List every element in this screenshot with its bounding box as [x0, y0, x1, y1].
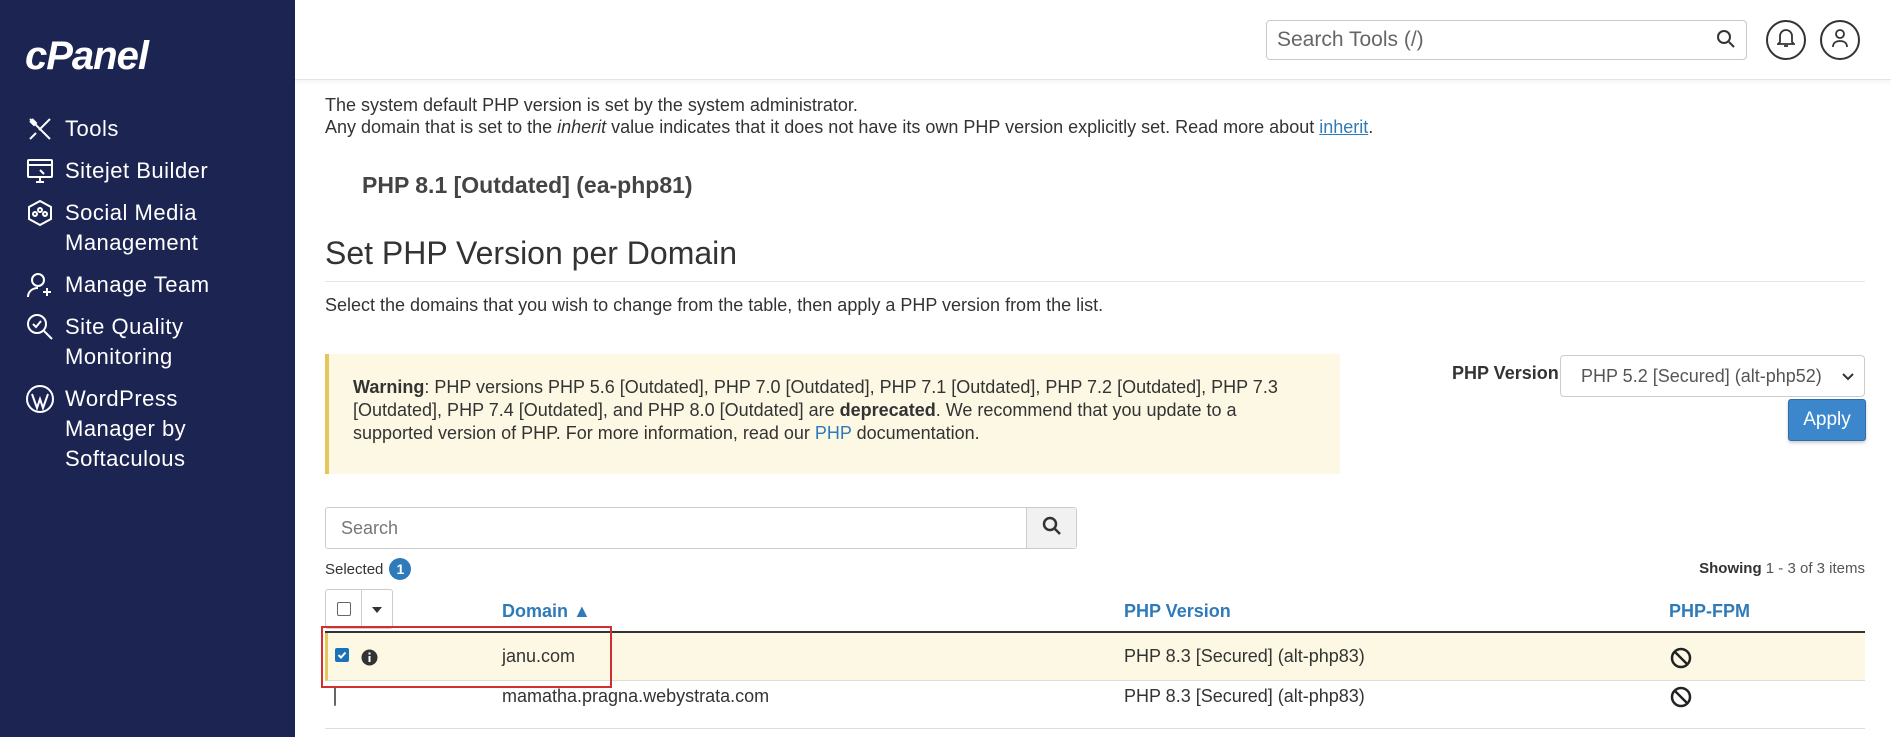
showing-range: 1 - 3 of 3 items	[1761, 560, 1865, 577]
section-title: Set PHP Version per Domain	[325, 235, 738, 271]
site-quality-icon	[25, 312, 55, 342]
column-domain[interactable]: Domain ▲	[502, 601, 591, 622]
table-header: Domain ▲ PHP Version PHP-FPM	[325, 589, 1865, 633]
top-header	[295, 0, 1891, 80]
sidebar-item-label: Site Quality Monitoring	[65, 314, 184, 369]
row-checkbox[interactable]	[334, 687, 336, 706]
selected-count: Selected 1	[325, 558, 412, 580]
sidebar-item-label: Tools	[65, 116, 119, 141]
intro-line-2: Any domain that is set to the inherit va…	[325, 116, 1373, 138]
row-domain: mamatha.pragna.webystrata.com	[502, 686, 770, 706]
intro-text-part: .	[1368, 117, 1374, 137]
current-php-version: PHP 8.1 [Outdated] (ea-php81)	[362, 172, 693, 198]
instructions-text: Select the domains that you wish to chan…	[325, 295, 1104, 315]
sidebar-item-label: Social Media Management	[65, 200, 199, 255]
wordpress-icon	[25, 384, 55, 414]
php-version-select[interactable]: PHP 5.2 [Secured] (alt-php52)	[1560, 355, 1865, 397]
php-version-label: PHP Version	[1452, 363, 1559, 383]
select-all-checkbox[interactable]	[326, 590, 362, 628]
sidebar-item-site-quality[interactable]: Site Quality Monitoring	[0, 312, 295, 372]
table-search-button[interactable]	[1026, 508, 1076, 548]
php-fpm-disabled-icon	[1670, 686, 1692, 713]
sidebar-item-tools[interactable]: Tools	[0, 114, 295, 144]
caret-down-icon	[372, 600, 382, 618]
user-icon	[1831, 28, 1849, 53]
showing-label: Showing	[1699, 560, 1762, 577]
checkbox-box	[334, 687, 336, 706]
search-icon	[1042, 516, 1062, 541]
row-php-version: PHP 8.3 [Secured] (alt-php83)	[1124, 646, 1365, 666]
warning-text: documentation.	[851, 423, 980, 443]
sidebar-item-sitejet[interactable]: Sitejet Builder	[0, 156, 295, 186]
apply-button[interactable]: Apply	[1788, 399, 1866, 441]
user-account-button[interactable]	[1820, 20, 1860, 60]
intro-line-1: The system default PHP version is set by…	[325, 95, 858, 115]
divider	[325, 281, 1865, 282]
select-options-dropdown[interactable]	[362, 590, 392, 628]
manage-team-icon	[25, 270, 55, 300]
warning-deprecated: deprecated	[839, 400, 936, 420]
sidebar-item-label: Sitejet Builder	[65, 158, 209, 183]
table-search	[325, 507, 1077, 549]
row-php-version: PHP 8.3 [Secured] (alt-php83)	[1124, 686, 1365, 706]
selected-badge: 1	[389, 558, 412, 580]
info-icon[interactable]	[361, 649, 378, 671]
table-row[interactable]: mamatha.pragna.webystrata.com PHP 8.3 [S…	[325, 681, 1865, 729]
notifications-button[interactable]	[1766, 20, 1806, 60]
search-tools-input[interactable]	[1267, 28, 1687, 52]
warning-label: Warning	[353, 377, 425, 397]
checkbox-box	[336, 602, 351, 616]
tools-icon	[25, 114, 55, 144]
php-version-selected: PHP 5.2 [Secured] (alt-php52)	[1581, 365, 1822, 386]
row-checkbox[interactable]	[335, 648, 349, 662]
row-domain: janu.com	[502, 646, 576, 666]
intro-text: The system default PHP version is set by…	[325, 94, 1373, 138]
inherit-term: inherit	[557, 117, 607, 137]
showing-count: Showing 1 - 3 of 3 items	[1699, 560, 1865, 577]
sidebar-item-label: Manage Team	[65, 272, 210, 297]
sitejet-icon	[25, 156, 55, 186]
checkbox-box	[335, 648, 349, 662]
selected-label: Selected	[325, 560, 384, 578]
deprecation-warning: Warning: PHP versions PHP 5.6 [Outdated]…	[325, 354, 1340, 474]
sidebar-item-wordpress[interactable]: WordPress Manager by Softaculous	[0, 384, 295, 474]
bell-icon	[1775, 28, 1797, 53]
select-all-group	[325, 589, 393, 629]
php-fpm-disabled-icon	[1670, 647, 1692, 674]
sidebar-item-social-media[interactable]: Social Media Management	[0, 198, 295, 258]
sidebar-nav: Tools Sitejet Builder Social Media Manag…	[0, 114, 295, 492]
intro-text-part: value indicates that it does not have it…	[606, 117, 1320, 137]
table-search-input[interactable]	[326, 508, 1026, 548]
inherit-link[interactable]: inherit	[1319, 117, 1368, 137]
sidebar: cPanel Tools Sitejet Builder Social Medi…	[0, 0, 295, 737]
search-icon[interactable]	[1716, 29, 1736, 54]
social-media-icon	[25, 198, 55, 228]
sidebar-item-manage-team[interactable]: Manage Team	[0, 270, 295, 300]
php-docs-link[interactable]: PHP	[815, 423, 852, 443]
intro-text-part: Any domain that is set to the	[325, 117, 558, 137]
search-tools-box	[1266, 20, 1747, 60]
column-php-version[interactable]: PHP Version	[1124, 601, 1231, 622]
cpanel-logo[interactable]: cPanel	[25, 34, 149, 79]
sidebar-item-label: WordPress Manager by Softaculous	[65, 386, 187, 471]
chevron-down-icon	[1840, 368, 1856, 389]
column-php-fpm[interactable]: PHP-FPM	[1669, 601, 1750, 622]
table-row[interactable]: janu.com PHP 8.3 [Secured] (alt-php83)	[325, 633, 1865, 681]
